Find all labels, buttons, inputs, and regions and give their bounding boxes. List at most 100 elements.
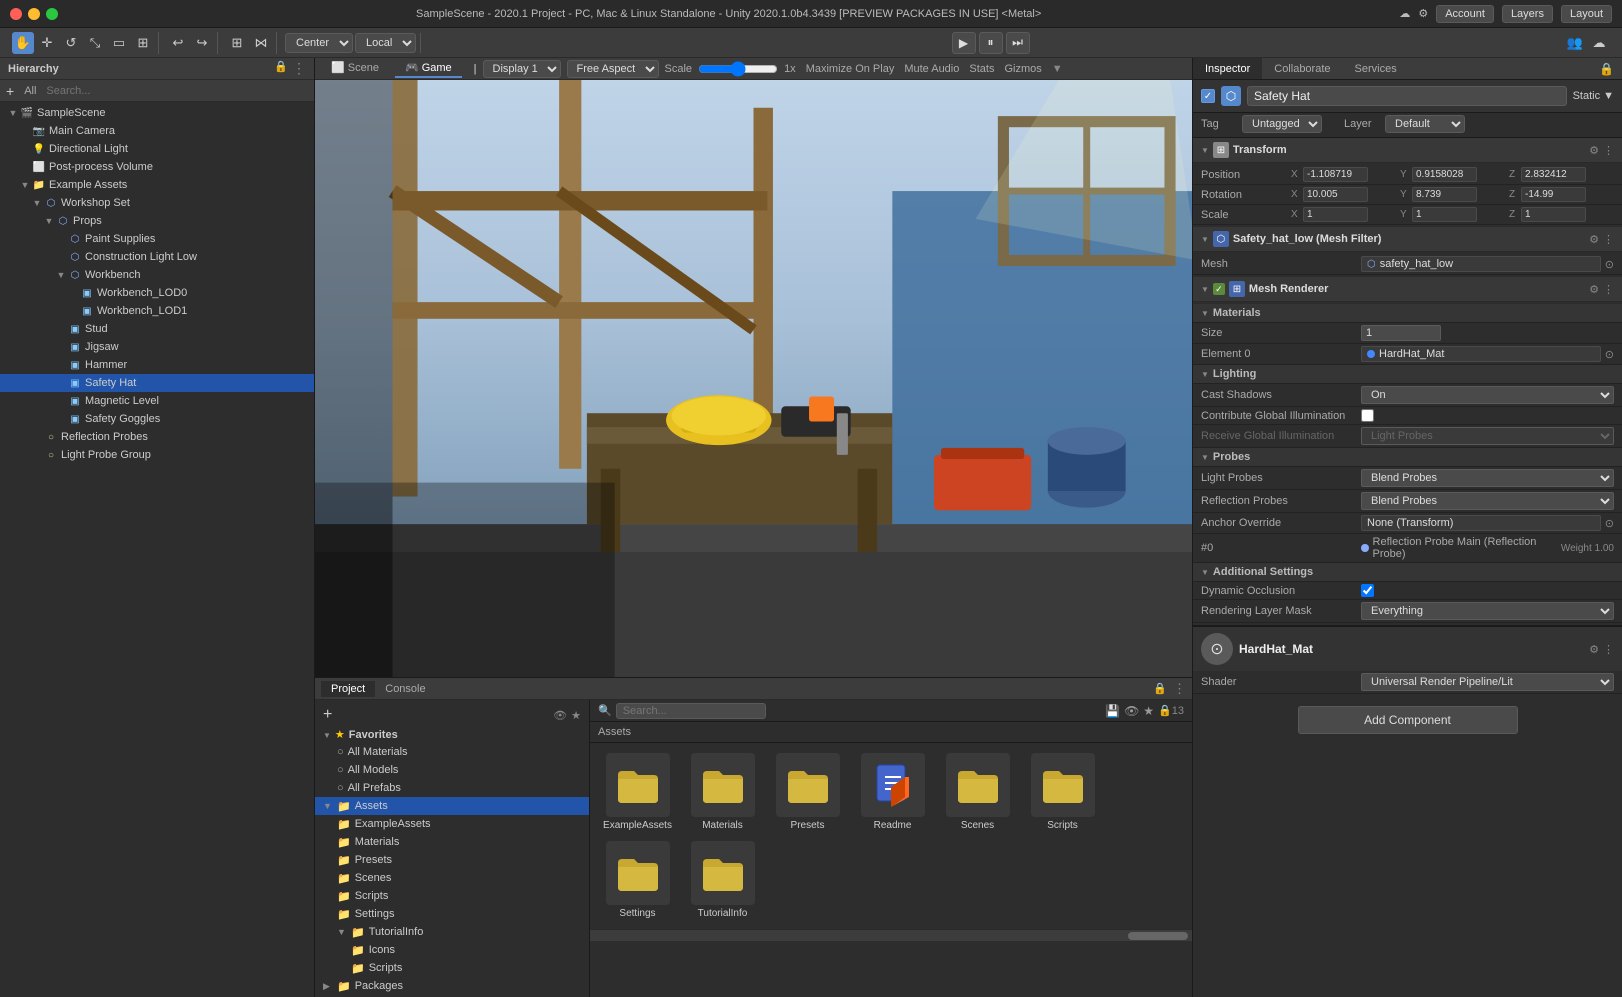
tree-item[interactable]: ▣Workbench_LOD0 — [0, 284, 314, 302]
traffic-lights[interactable] — [10, 8, 58, 20]
services-icon[interactable]: ☁ — [1588, 32, 1610, 54]
project-add-button[interactable]: + — [323, 706, 332, 724]
tree-item[interactable]: ▣Workbench_LOD1 — [0, 302, 314, 320]
materials-section[interactable]: Materials — [1193, 304, 1622, 323]
tree-item[interactable]: ⬡Construction Light Low — [0, 248, 314, 266]
tree-item[interactable]: ▣Safety Goggles — [0, 410, 314, 428]
project-assets-root[interactable]: ▼ 📁 Assets — [315, 797, 589, 815]
scale-y-input[interactable] — [1412, 207, 1477, 222]
pos-y-input[interactable] — [1412, 167, 1477, 182]
tree-item[interactable]: ▼📁Example Assets — [0, 176, 314, 194]
pause-button[interactable]: ⏸ — [979, 32, 1003, 54]
mute-audio-label[interactable]: Mute Audio — [904, 63, 959, 75]
probes-section[interactable]: Probes — [1193, 448, 1622, 467]
scene-tab[interactable]: ⬜ Scene — [321, 59, 389, 78]
add-icon[interactable]: + — [6, 83, 14, 99]
tree-item[interactable]: 💡Directional Light — [0, 140, 314, 158]
assets-eye-icon[interactable]: 👁 — [1124, 704, 1139, 718]
project-star-icon[interactable]: ★ — [571, 709, 581, 722]
console-tab[interactable]: Console — [375, 681, 435, 697]
project-scripts[interactable]: 📁 Scripts — [315, 887, 589, 905]
reflection-probes-dropdown[interactable]: Blend Probes — [1361, 492, 1614, 510]
mesh-filter-more-icon[interactable]: ⋮ — [1603, 233, 1614, 246]
tree-item[interactable]: ▼🎬SampleScene — [0, 104, 314, 122]
display-dropdown[interactable]: Display 1 — [483, 60, 561, 78]
assets-search-input[interactable] — [616, 703, 766, 719]
tree-item[interactable]: ▣Hammer — [0, 356, 314, 374]
layers-button[interactable]: Layers — [1502, 5, 1553, 23]
gizmos-label[interactable]: Gizmos — [1004, 63, 1041, 75]
grid-button[interactable]: ⊞ — [226, 32, 248, 54]
asset-folder-item[interactable]: Scenes — [940, 753, 1015, 831]
hierarchy-lock-icon[interactable]: 🔒 — [274, 60, 288, 77]
maximize-on-play-label[interactable]: Maximize On Play — [806, 63, 895, 75]
tree-item[interactable]: ▼⬡Props — [0, 212, 314, 230]
scale-tool[interactable]: ⤡ — [84, 32, 106, 54]
rot-x-input[interactable] — [1303, 187, 1368, 202]
project-tutorial-info[interactable]: ▼ 📁 TutorialInfo — [315, 923, 589, 941]
account-button[interactable]: Account — [1436, 5, 1494, 23]
add-component-button[interactable]: Add Component — [1298, 706, 1518, 734]
layer-dropdown[interactable]: Default — [1385, 115, 1465, 133]
bottom-lock-icon[interactable]: 🔒 — [1153, 682, 1167, 695]
project-all-prefabs[interactable]: ○ All Prefabs — [315, 779, 589, 797]
asset-folder-item[interactable]: Scripts — [1025, 753, 1100, 831]
tree-item[interactable]: ▣Safety Hat — [0, 374, 314, 392]
tree-item[interactable]: 📷Main Camera — [0, 122, 314, 140]
lighting-section[interactable]: Lighting — [1193, 365, 1622, 384]
project-materials[interactable]: 📁 Materials — [315, 833, 589, 851]
hierarchy-more-icon[interactable]: ⋮ — [292, 60, 306, 77]
shader-dropdown[interactable]: Universal Render Pipeline/Lit — [1361, 673, 1614, 691]
project-icons-sub[interactable]: 📁 Icons — [315, 941, 589, 959]
material-settings-icon[interactable]: ⚙ — [1589, 643, 1599, 656]
rotate-tool[interactable]: ↺ — [60, 32, 82, 54]
dynamic-occlusion-checkbox[interactable] — [1361, 584, 1374, 597]
anchor-select-icon[interactable]: ⊙ — [1605, 517, 1614, 530]
tree-item[interactable]: ▼⬡Workbench — [0, 266, 314, 284]
rot-z-input[interactable] — [1521, 187, 1586, 202]
asset-folder-item[interactable]: Presets — [770, 753, 845, 831]
cast-shadows-dropdown[interactable]: On — [1361, 386, 1614, 404]
rect-tool[interactable]: ▭ — [108, 32, 130, 54]
tree-item[interactable]: ▣Stud — [0, 320, 314, 338]
stats-label[interactable]: Stats — [969, 63, 994, 75]
inspector-tab[interactable]: Inspector — [1193, 58, 1262, 79]
collab-icon[interactable]: 👥 — [1564, 32, 1586, 54]
asset-folder-item[interactable]: Materials — [685, 753, 760, 831]
project-all-models[interactable]: ○ All Models — [315, 761, 589, 779]
undo-button[interactable]: ↩ — [167, 32, 189, 54]
close-button[interactable] — [10, 8, 22, 20]
pos-x-input[interactable] — [1303, 167, 1368, 182]
tree-item[interactable]: ⬡Paint Supplies — [0, 230, 314, 248]
anchor-override-ref[interactable]: None (Transform) — [1361, 515, 1601, 531]
contribute-gi-checkbox[interactable] — [1361, 409, 1374, 422]
project-tab[interactable]: Project — [321, 681, 375, 697]
step-button[interactable]: ⏭ — [1006, 32, 1030, 54]
project-example-assets[interactable]: 📁 ExampleAssets — [315, 815, 589, 833]
play-button[interactable]: ▶ — [952, 32, 976, 54]
object-name-input[interactable] — [1247, 86, 1567, 106]
transform-more-icon[interactable]: ⋮ — [1603, 144, 1614, 157]
object-active-checkbox[interactable]: ✓ — [1201, 89, 1215, 103]
assets-star-icon[interactable]: ★ — [1143, 704, 1154, 718]
move-tool[interactable]: ✛ — [36, 32, 58, 54]
rendering-layer-mask-dropdown[interactable]: Everything — [1361, 602, 1614, 620]
maximize-button[interactable] — [46, 8, 58, 20]
project-scripts-sub[interactable]: 📁 Scripts — [315, 959, 589, 977]
project-scenes[interactable]: 📁 Scenes — [315, 869, 589, 887]
asset-folder-item[interactable]: Readme — [855, 753, 930, 831]
aspect-dropdown[interactable]: Free Aspect — [567, 60, 659, 78]
assets-scrollbar[interactable] — [590, 929, 1192, 941]
mesh-renderer-component-header[interactable]: ✓ ⊞ Mesh Renderer ⚙ ⋮ — [1193, 277, 1622, 302]
tree-item[interactable]: ○Reflection Probes — [0, 428, 314, 446]
bottom-more-icon[interactable]: ⋮ — [1173, 681, 1186, 697]
collaborate-tab[interactable]: Collaborate — [1262, 58, 1342, 79]
redo-button[interactable]: ↪ — [191, 32, 213, 54]
minimize-button[interactable] — [28, 8, 40, 20]
gizmos-arrow-icon[interactable]: ▼ — [1052, 63, 1063, 75]
size-input[interactable] — [1361, 325, 1441, 341]
asset-folder-item[interactable]: Settings — [600, 841, 675, 919]
tree-item[interactable]: ▣Jigsaw — [0, 338, 314, 356]
mesh-renderer-checkbox[interactable]: ✓ — [1213, 283, 1225, 295]
snap-button[interactable]: ⋈ — [250, 32, 272, 54]
